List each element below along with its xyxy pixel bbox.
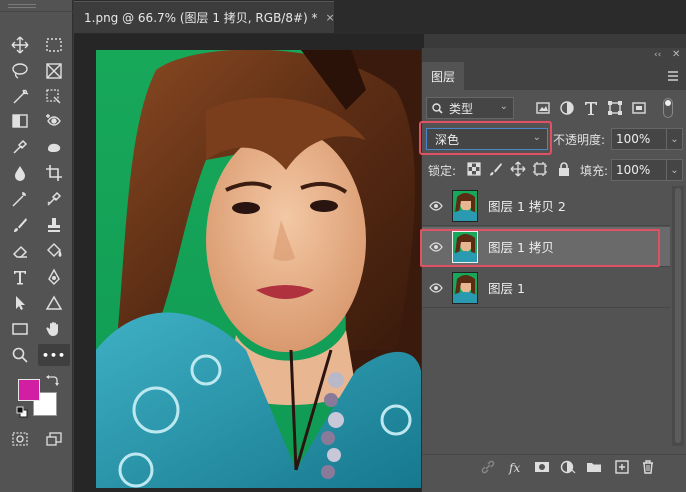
tools-panel: ••• bbox=[0, 0, 73, 492]
chevron-down-icon: ⌄ bbox=[670, 164, 679, 176]
lock-label: 锁定: bbox=[428, 164, 457, 178]
move-icon[interactable] bbox=[6, 34, 34, 56]
lock-transparency-icon[interactable] bbox=[466, 161, 482, 177]
panel-tab-bar: 图层 bbox=[422, 62, 686, 90]
color-sampler-icon[interactable] bbox=[40, 188, 68, 210]
quick-mask-icon[interactable] bbox=[6, 428, 34, 450]
close-panel-icon[interactable]: ✕ bbox=[672, 49, 680, 60]
filter-shape-icon[interactable] bbox=[606, 99, 624, 117]
add-mask-icon[interactable] bbox=[534, 459, 550, 475]
panel-menu-icon[interactable] bbox=[667, 70, 679, 82]
chevron-down-icon: ⌄ bbox=[532, 132, 541, 143]
lock-artboard-icon[interactable] bbox=[532, 161, 548, 177]
foreground-color-swatch[interactable] bbox=[18, 379, 40, 401]
layers-list: 图层 1 拷贝 2 图层 1 拷贝 图层 1 bbox=[420, 186, 686, 446]
lock-all-icon[interactable] bbox=[556, 161, 572, 177]
filter-pixel-icon[interactable] bbox=[534, 99, 552, 117]
new-group-icon[interactable] bbox=[586, 459, 602, 475]
drop-icon[interactable] bbox=[6, 162, 34, 184]
filter-kind-label: 类型 bbox=[449, 101, 474, 116]
opacity-slider-button[interactable]: ⌄ bbox=[667, 128, 683, 150]
pen-icon[interactable] bbox=[40, 266, 68, 288]
search-icon bbox=[432, 102, 443, 114]
canvas-image[interactable] bbox=[96, 50, 422, 488]
filter-kind-dropdown[interactable]: 类型 ⌄ bbox=[426, 97, 514, 119]
chevron-down-icon: ⌄ bbox=[670, 133, 679, 145]
visibility-eye-icon[interactable] bbox=[422, 282, 450, 293]
eyedropper-icon[interactable] bbox=[6, 136, 34, 158]
path-select-icon[interactable] bbox=[6, 292, 34, 314]
layer-row[interactable]: 图层 1 拷贝 2 bbox=[422, 186, 670, 226]
layers-panel-footer: fx bbox=[422, 454, 686, 478]
blend-mode-dropdown[interactable]: 深色 ⌄ bbox=[426, 128, 548, 150]
paint-bucket-icon[interactable] bbox=[40, 240, 68, 262]
opacity-input[interactable]: 100% bbox=[611, 128, 667, 150]
swap-colors-icon[interactable] bbox=[46, 375, 60, 387]
collapse-panel-icon[interactable]: ‹‹ bbox=[654, 50, 661, 60]
quick-select-icon[interactable] bbox=[6, 86, 34, 108]
toolbar-grip[interactable] bbox=[0, 0, 73, 12]
rectangle-icon[interactable] bbox=[6, 318, 34, 340]
layer-name: 图层 1 拷贝 2 bbox=[488, 199, 566, 214]
opacity-value: 100% bbox=[616, 132, 651, 146]
blend-opacity-row: 深色 ⌄ 不透明度: 100% ⌄ bbox=[419, 121, 686, 155]
filter-adjustment-icon[interactable] bbox=[558, 99, 576, 117]
layer-thumbnail bbox=[452, 189, 478, 222]
link-layers-icon[interactable] bbox=[480, 459, 496, 475]
fill-slider-button[interactable]: ⌄ bbox=[667, 159, 683, 181]
chevron-down-icon: ⌄ bbox=[499, 101, 508, 112]
opacity-label: 不透明度: bbox=[553, 133, 606, 147]
fill-input[interactable]: 100% bbox=[611, 159, 667, 181]
tab-layers-label: 图层 bbox=[430, 69, 455, 84]
zoom-icon[interactable] bbox=[6, 344, 34, 366]
new-adjustment-icon[interactable] bbox=[560, 459, 576, 475]
triangle-icon[interactable] bbox=[40, 292, 68, 314]
lasso-icon[interactable] bbox=[6, 60, 34, 82]
magic-wand-icon[interactable] bbox=[6, 188, 34, 210]
brush-icon[interactable] bbox=[6, 214, 34, 236]
close-tab-icon[interactable]: × bbox=[326, 11, 335, 24]
more-icon: ••• bbox=[41, 348, 67, 362]
more-tools-button[interactable]: ••• bbox=[38, 344, 70, 366]
patch-icon[interactable] bbox=[40, 136, 68, 158]
layer-name: 图层 1 bbox=[488, 281, 525, 296]
blend-mode-value: 深色 bbox=[435, 132, 460, 147]
screen-mode-icon[interactable] bbox=[40, 428, 68, 450]
crop-icon[interactable] bbox=[40, 162, 68, 184]
filter-smart-object-icon[interactable] bbox=[630, 99, 648, 117]
layers-scrollbar[interactable] bbox=[672, 186, 684, 446]
fill-value: 100% bbox=[616, 163, 651, 177]
stamp-icon[interactable] bbox=[40, 214, 68, 236]
frame-icon[interactable] bbox=[40, 60, 68, 82]
visibility-eye-icon[interactable] bbox=[422, 200, 450, 211]
eraser-icon[interactable] bbox=[6, 240, 34, 262]
delete-layer-icon[interactable] bbox=[640, 459, 656, 475]
type-icon[interactable] bbox=[6, 266, 34, 288]
new-layer-icon[interactable] bbox=[614, 459, 630, 475]
selected-layer-highlight bbox=[420, 229, 660, 267]
lock-position-icon[interactable] bbox=[510, 161, 526, 177]
marquee-icon[interactable] bbox=[40, 34, 68, 56]
fx-icon[interactable]: fx bbox=[508, 459, 524, 475]
filter-toggle-switch[interactable] bbox=[663, 98, 673, 118]
layer-filter-row: 类型 ⌄ bbox=[422, 96, 686, 122]
layers-panel: ‹‹ ✕ 图层 类型 ⌄ 深色 ⌄ 不透明度: 100% ⌄ 锁定: 填充: 1… bbox=[419, 48, 686, 492]
object-select-icon[interactable] bbox=[40, 86, 68, 108]
panel-header-strip: ‹‹ ✕ bbox=[422, 48, 686, 62]
layer-row[interactable]: 图层 1 bbox=[422, 268, 670, 308]
tab-layers[interactable]: 图层 bbox=[422, 62, 464, 90]
eraser-rect-icon[interactable] bbox=[6, 110, 34, 132]
layer-thumbnail bbox=[452, 271, 478, 304]
lock-fill-row: 锁定: 填充: 100% ⌄ bbox=[422, 158, 686, 182]
red-eye-icon[interactable] bbox=[40, 110, 68, 132]
fill-label: 填充: bbox=[580, 164, 609, 178]
document-tab[interactable]: 1.png @ 66.7% (图层 1 拷贝, RGB/8#) * × bbox=[74, 1, 335, 33]
default-colors-icon[interactable] bbox=[16, 406, 28, 418]
hand-icon[interactable] bbox=[40, 318, 68, 340]
lock-pixels-icon[interactable] bbox=[488, 161, 504, 177]
filter-type-icon[interactable] bbox=[582, 99, 600, 117]
document-tab-title: 1.png @ 66.7% (图层 1 拷贝, RGB/8#) * bbox=[84, 11, 318, 25]
svg-text:fx: fx bbox=[508, 461, 520, 475]
